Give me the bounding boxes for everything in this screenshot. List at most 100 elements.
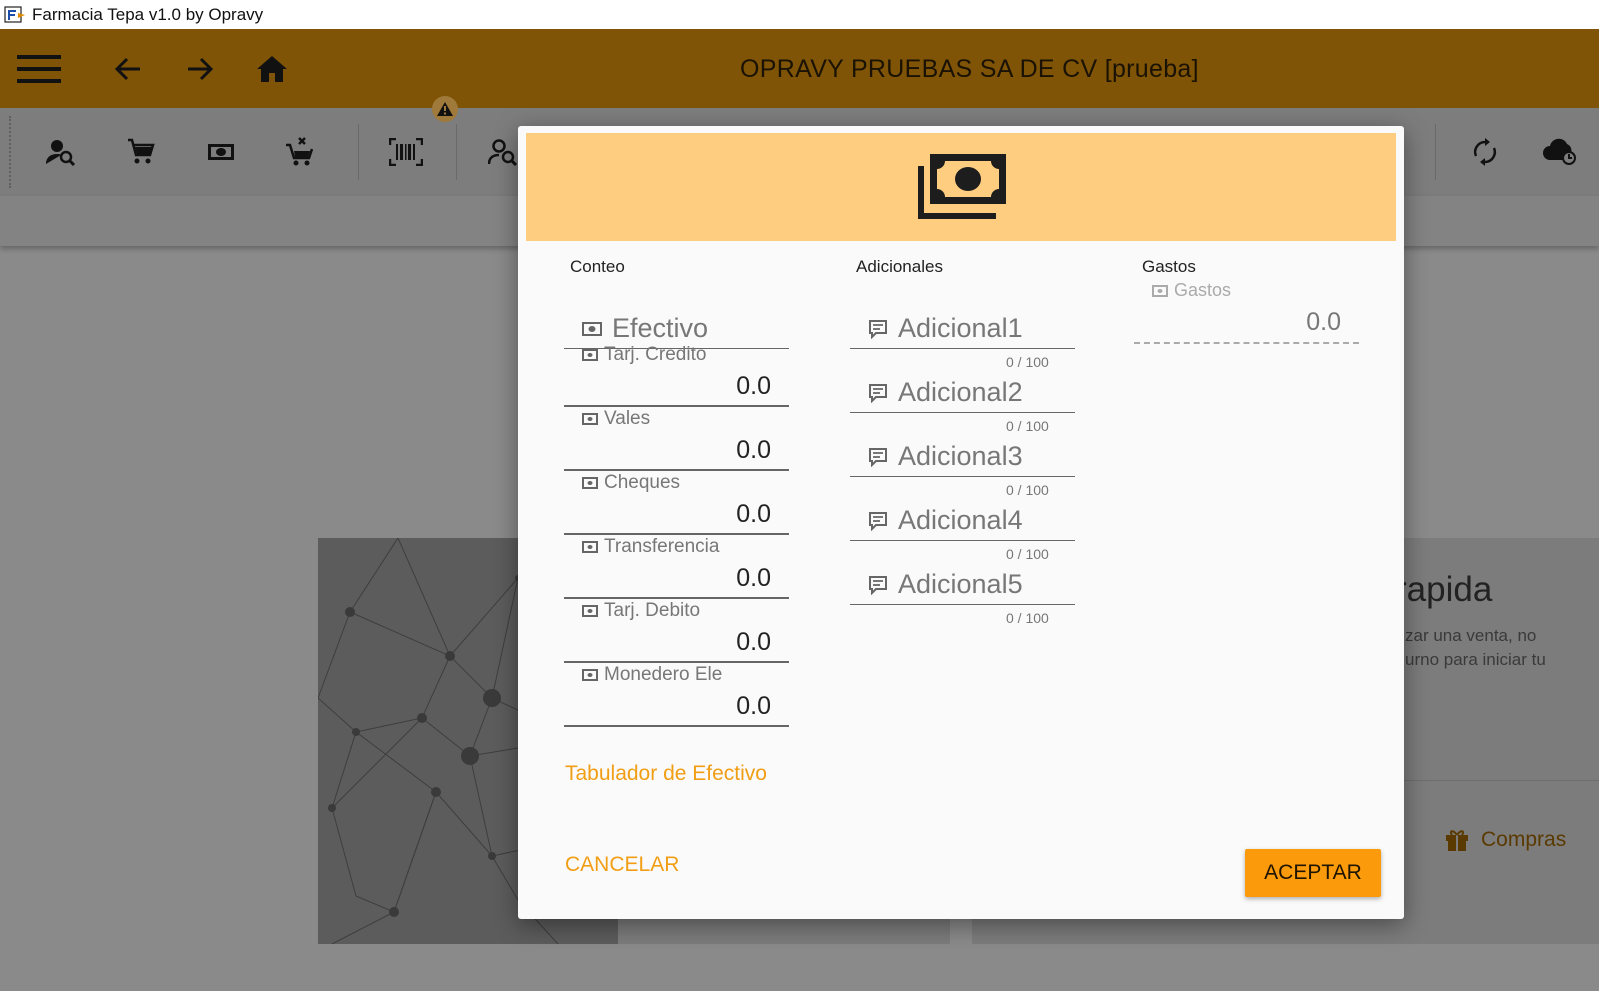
cash-icon <box>1152 284 1168 297</box>
forward-arrow-icon[interactable] <box>182 29 218 108</box>
payment-field[interactable]: Tarj. Credito 0.0 <box>564 344 789 407</box>
cash-icon <box>582 349 598 361</box>
payment-field[interactable]: Transferencia 0.0 <box>564 536 789 599</box>
comment-icon <box>869 511 887 531</box>
search-client-icon[interactable] <box>41 132 81 172</box>
card-description-line: urno para iniciar tu <box>1405 650 1546 669</box>
toolbar-separator <box>1435 124 1436 180</box>
field-underline <box>850 603 1075 605</box>
cash-icon[interactable] <box>201 132 241 172</box>
window-title: Farmacia Tepa v1.0 by Opravy <box>32 4 264 24</box>
payment-field-value: 0.0 <box>736 500 771 528</box>
toolbar-separator <box>456 124 457 180</box>
adicional-label: Adicional1 <box>868 313 1023 344</box>
field-underline <box>564 725 789 727</box>
field-underline <box>850 411 1075 413</box>
payment-field-label: Cheques <box>582 472 680 494</box>
payment-field-label: Vales <box>582 408 650 430</box>
adicional-label-text: Adicional3 <box>898 441 1023 471</box>
company-name: OPRAVY PRUEBAS SA DE CV [prueba] <box>740 55 1199 83</box>
char-counter: 0 / 100 <box>1006 610 1049 626</box>
adicional-field[interactable]: Adicional1 <box>850 309 1075 349</box>
field-underline <box>1134 342 1359 344</box>
gastos-label: Gastos <box>1152 280 1231 301</box>
payment-field-value: 0.0 <box>736 436 771 464</box>
card-description: zar una venta, no urno para iniciar tu <box>1405 624 1595 672</box>
cash-icon <box>582 477 598 489</box>
payment-field-label: Transferencia <box>582 536 719 558</box>
payment-field-value: 0.0 <box>736 628 771 656</box>
cash-icon <box>582 413 598 425</box>
compras-label: Compras <box>1481 828 1567 851</box>
adicional-label-text: Adicional5 <box>898 569 1023 599</box>
adicional-label: Adicional2 <box>868 377 1023 408</box>
adicional-label: Adicional3 <box>868 441 1023 472</box>
cash-icon <box>582 605 598 617</box>
adicional-field[interactable]: Adicional2 <box>850 373 1075 413</box>
adicional-label: Adicional4 <box>868 505 1023 536</box>
card-title: rapida <box>1395 570 1493 609</box>
payment-field-label-text: Tarj. Credito <box>604 344 707 365</box>
payment-field-label: Monedero Ele <box>582 664 722 686</box>
home-icon[interactable] <box>254 29 290 108</box>
payment-field-label: Tarj. Debito <box>582 600 700 622</box>
efectivo-label: Efectivo <box>582 313 708 344</box>
adicional-label-text: Adicional1 <box>898 313 1023 343</box>
window-titlebar: Farmacia Tepa v1.0 by Opravy <box>0 0 1599 29</box>
payment-field-value: 0.0 <box>736 564 771 592</box>
comment-icon <box>869 319 887 339</box>
dialog-header <box>526 133 1396 241</box>
card-description-line: zar una venta, no <box>1405 626 1537 645</box>
adicional-field[interactable]: Adicional4 <box>850 501 1075 541</box>
efectivo-field[interactable]: Efectivo <box>564 309 789 349</box>
cash-icon <box>582 669 598 681</box>
gastos-label-text: Gastos <box>1174 280 1232 300</box>
payment-field-label-text: Tarj. Debito <box>604 600 701 621</box>
payment-field[interactable]: Cheques 0.0 <box>564 472 789 535</box>
payment-field[interactable]: Tarj. Debito 0.0 <box>564 600 789 663</box>
field-underline <box>564 597 789 599</box>
payment-field-label-text: Cheques <box>604 472 681 493</box>
back-arrow-icon[interactable] <box>110 29 146 108</box>
cart-icon[interactable] <box>121 132 161 172</box>
warning-icon[interactable] <box>432 96 458 122</box>
payment-field-value: 0.0 <box>736 692 771 720</box>
comment-icon <box>869 383 887 403</box>
field-underline <box>850 539 1075 541</box>
payment-field[interactable]: Vales 0.0 <box>564 408 789 471</box>
cancel-button[interactable]: CANCELAR <box>565 853 679 877</box>
barcode-icon[interactable] <box>386 132 426 172</box>
field-underline <box>564 469 789 471</box>
field-underline <box>850 347 1075 349</box>
cash-icon <box>582 541 598 553</box>
payment-field-label-text: Transferencia <box>604 536 720 557</box>
adicional-field[interactable]: Adicional5 <box>850 565 1075 605</box>
adicionales-column-title: Adicionales <box>856 257 943 276</box>
comment-icon <box>869 575 887 595</box>
compras-button[interactable]: Compras <box>1445 828 1566 852</box>
search-client-icon[interactable] <box>483 132 523 172</box>
field-underline <box>564 533 789 535</box>
app-header: OPRAVY PRUEBAS SA DE CV [prueba] <box>0 29 1599 108</box>
field-underline <box>564 661 789 663</box>
cash-icon <box>582 321 602 336</box>
comment-icon <box>869 447 887 467</box>
accept-button[interactable]: ACEPTAR <box>1245 849 1381 897</box>
char-counter: 0 / 100 <box>1006 418 1049 434</box>
adicional-label-text: Adicional2 <box>898 377 1023 407</box>
payment-field[interactable]: Monedero Ele 0.0 <box>564 664 789 727</box>
app-logo-icon <box>4 5 26 25</box>
payment-field-label-text: Monedero Ele <box>604 664 722 685</box>
adicional-label: Adicional5 <box>868 569 1023 600</box>
menu-icon[interactable] <box>16 29 62 108</box>
sync-icon[interactable] <box>1465 132 1505 172</box>
tabulador-efectivo-link[interactable]: Tabulador de Efectivo <box>565 762 767 786</box>
toolbar-grip[interactable] <box>9 116 11 188</box>
cloud-sync-icon[interactable] <box>1540 132 1580 172</box>
cart-remove-icon[interactable] <box>280 132 320 172</box>
adicional-field[interactable]: Adicional3 <box>850 437 1075 477</box>
gastos-field[interactable]: Gastos 0.0 <box>1134 280 1359 346</box>
payment-field-value: 0.0 <box>736 372 771 400</box>
char-counter: 0 / 100 <box>1006 546 1049 562</box>
char-counter: 0 / 100 <box>1006 482 1049 498</box>
